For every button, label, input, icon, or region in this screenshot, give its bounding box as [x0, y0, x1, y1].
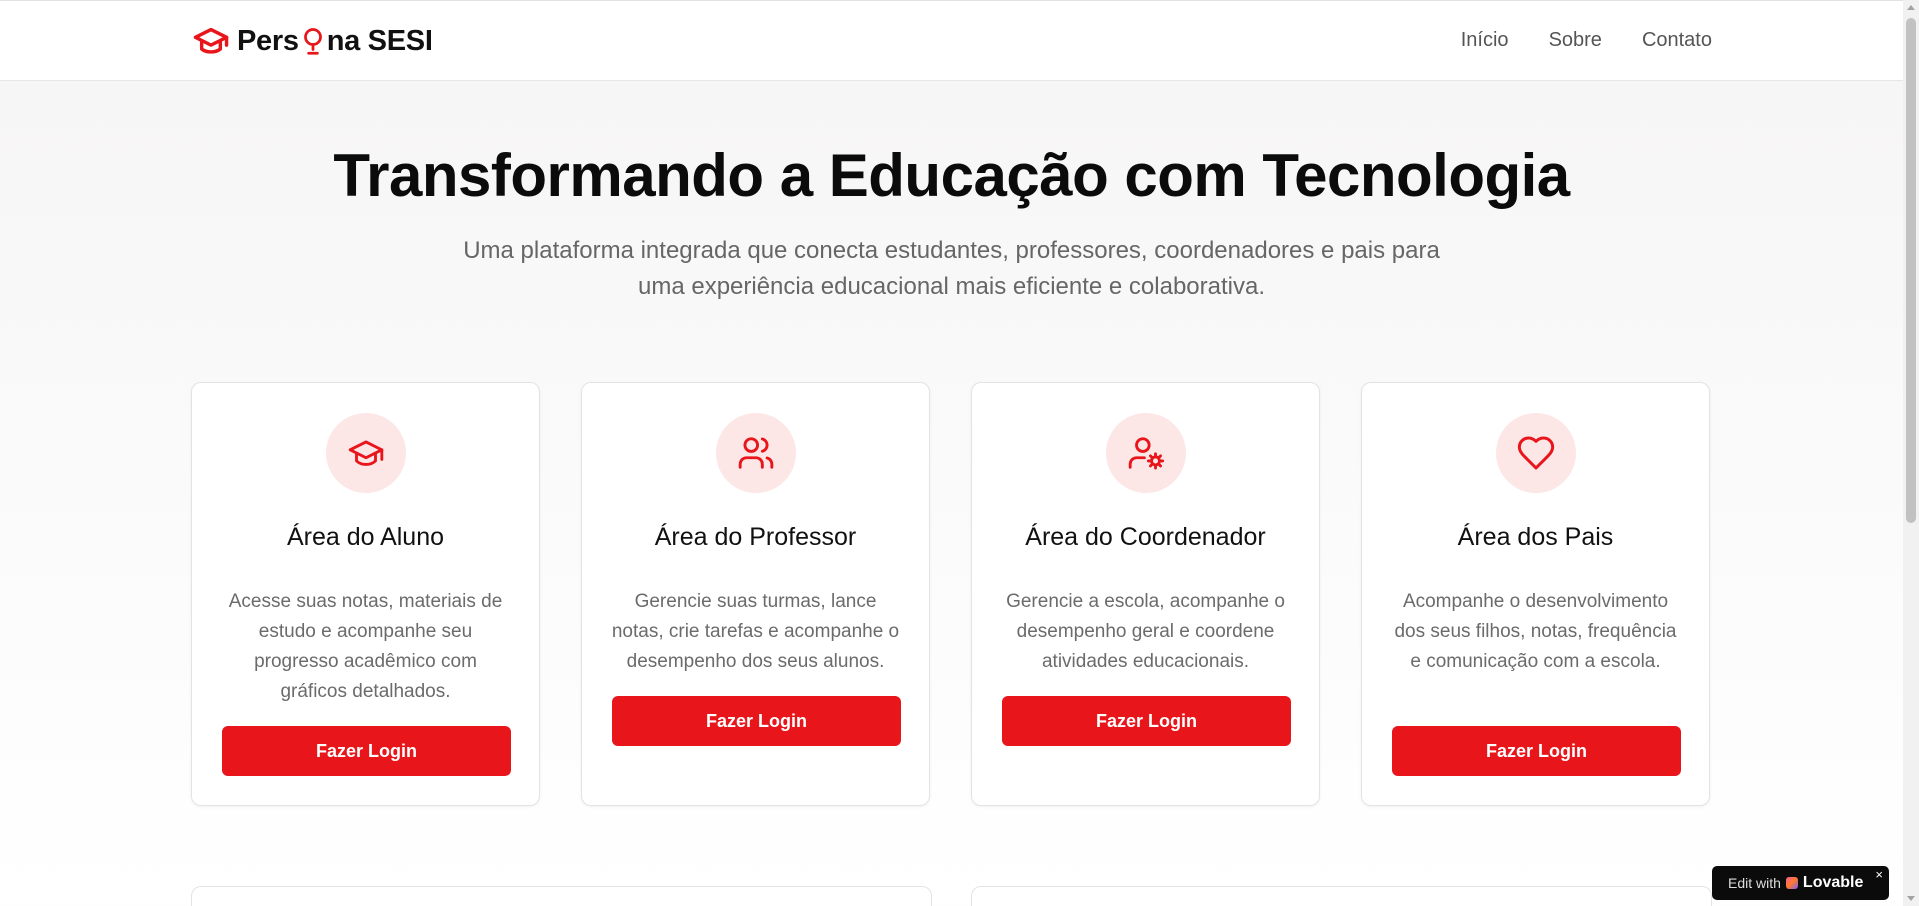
- badge-brand: Lovable: [1802, 874, 1864, 891]
- graduation-cap-icon: [191, 27, 231, 57]
- scroll-up-arrow-icon[interactable]: [1907, 5, 1915, 10]
- brand-name-part1: Pers: [237, 25, 299, 57]
- user-cog-icon: [1106, 413, 1186, 493]
- nav-link-sobre[interactable]: Sobre: [1549, 29, 1602, 52]
- top-navbar: Pers na SESI Início Sobre Contato: [0, 0, 1903, 81]
- lightbulb-icon: [301, 26, 325, 58]
- card-title: Área do Professor: [654, 523, 857, 551]
- card-aluno: Área do Aluno Acesse suas notas, materia…: [191, 382, 540, 806]
- scrollbar-thumb[interactable]: [1906, 18, 1916, 523]
- page-scrollbar[interactable]: [1903, 0, 1919, 906]
- card-description: Acesse suas notas, materiais de estudo e…: [228, 591, 503, 702]
- card-description: Acompanhe o desenvolvimento dos seus fil…: [1394, 591, 1677, 672]
- nav-link-contato[interactable]: Contato: [1642, 29, 1712, 52]
- login-button-professor[interactable]: Fazer Login: [612, 696, 901, 746]
- brand-name-part2: na SESI: [326, 25, 433, 57]
- users-icon: [716, 413, 796, 493]
- login-button-pais[interactable]: Fazer Login: [1392, 726, 1681, 776]
- lower-section-card-left: [191, 886, 932, 906]
- card-pais: Área dos Pais Acompanhe o desenvolviment…: [1361, 382, 1710, 806]
- card-description: Gerencie a escola, acompanhe o desempenh…: [1006, 591, 1285, 672]
- nav-link-inicio[interactable]: Início: [1461, 29, 1509, 52]
- hero-subtitle: Uma plataforma integrada que conecta est…: [463, 237, 1440, 300]
- login-button-coordenador[interactable]: Fazer Login: [1002, 696, 1291, 746]
- hero-title: Transformando a Educação com Tecnologia: [333, 142, 1570, 209]
- brand-name: Pers na SESI: [237, 25, 433, 58]
- login-button-aluno[interactable]: Fazer Login: [222, 726, 511, 776]
- badge-prefix: Edit with: [1728, 875, 1781, 891]
- scroll-down-arrow-icon[interactable]: [1907, 896, 1915, 901]
- edit-with-lovable-badge[interactable]: Edit with Lovable ×: [1712, 866, 1889, 900]
- lower-section-card-right: [971, 886, 1712, 906]
- lovable-logo-icon: [1785, 877, 1798, 889]
- brand-logo[interactable]: Pers na SESI: [191, 25, 433, 58]
- card-title: Área do Aluno: [286, 523, 445, 551]
- card-coordenador: Área do Coordenador Gerencie a escola, a…: [971, 382, 1320, 806]
- heart-icon: [1496, 413, 1576, 493]
- main-nav: Início Sobre Contato: [1461, 29, 1712, 52]
- card-description: Gerencie suas turmas, lance notas, crie …: [611, 591, 900, 672]
- close-icon[interactable]: ×: [1875, 867, 1883, 882]
- card-professor: Área do Professor Gerencie suas turmas, …: [581, 382, 930, 806]
- card-title: Área dos Pais: [1457, 523, 1614, 551]
- graduation-cap-icon: [326, 413, 406, 493]
- card-title: Área do Coordenador: [1025, 523, 1266, 551]
